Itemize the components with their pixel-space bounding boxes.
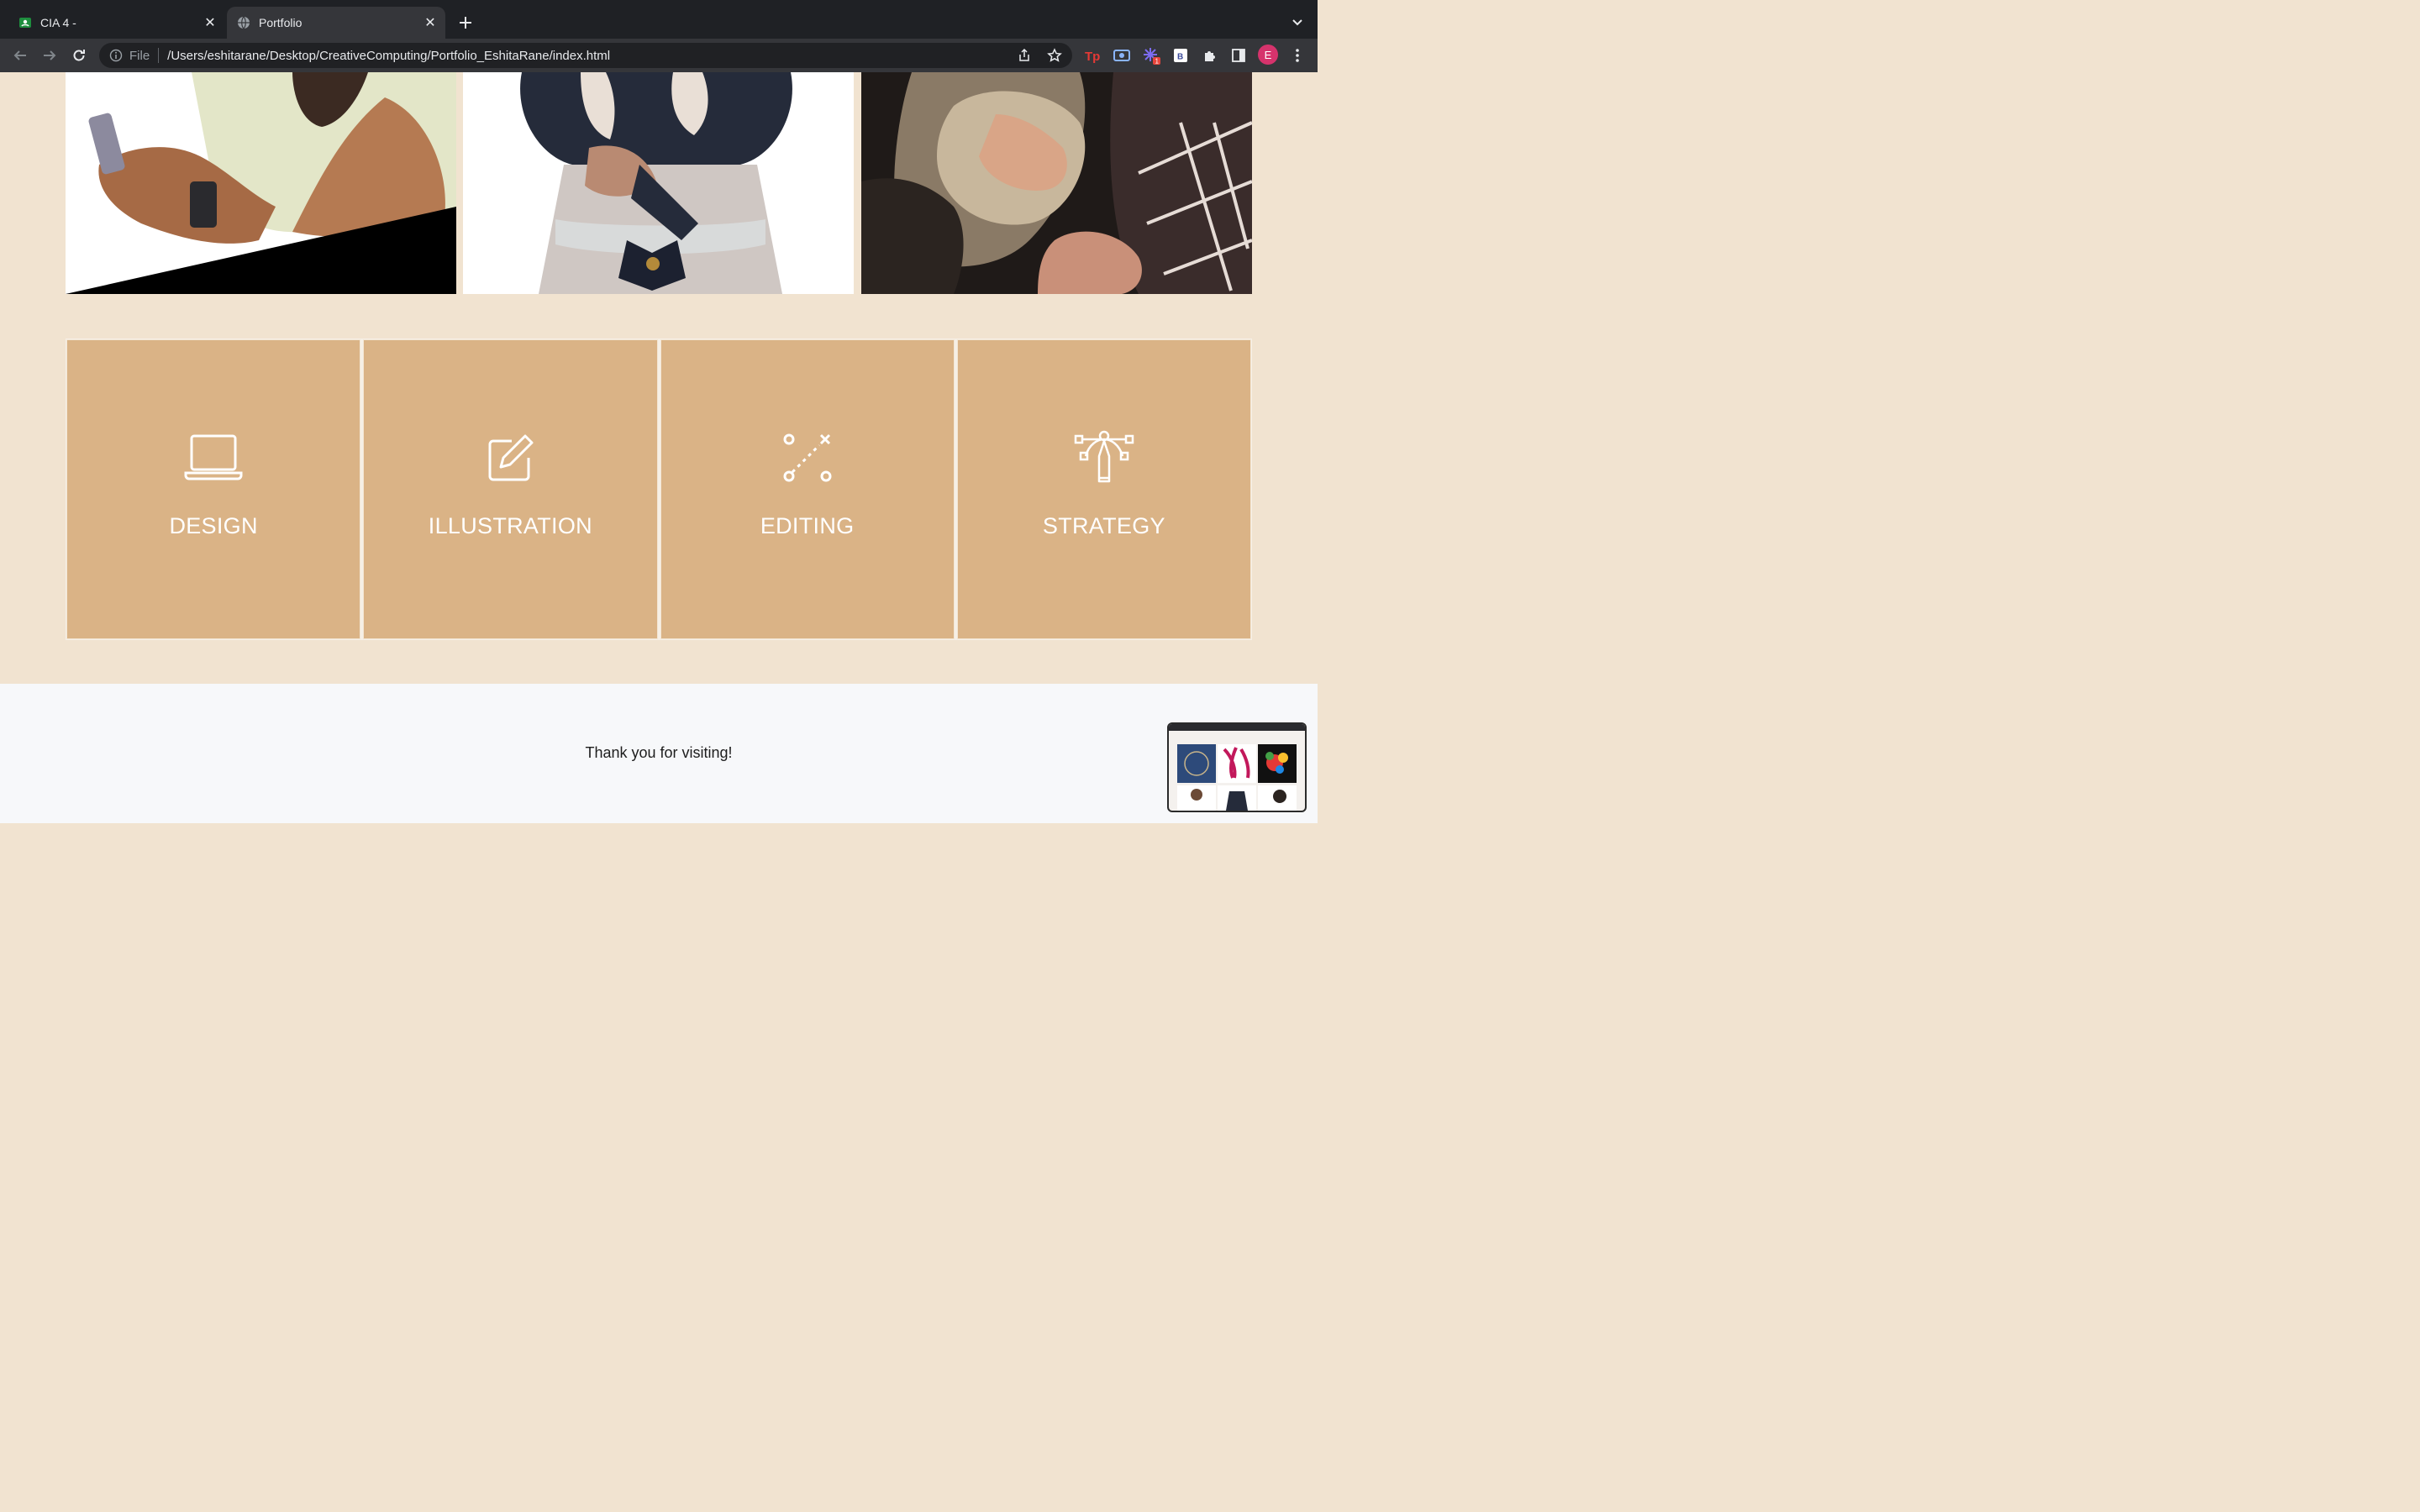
info-icon[interactable]: [109, 49, 123, 62]
edit-icon: [480, 431, 540, 485]
illustration-man-phone[interactable]: [66, 72, 456, 294]
service-card-editing[interactable]: EDITING: [660, 339, 955, 639]
address-bar[interactable]: File /Users/eshitarane/Desktop/CreativeC…: [99, 43, 1072, 68]
path-nodes-icon: [777, 431, 838, 485]
browser-toolbar: File /Users/eshitarane/Desktop/CreativeC…: [0, 39, 1318, 72]
pen-tool-icon: [1074, 430, 1134, 485]
side-panel-icon[interactable]: [1228, 45, 1249, 66]
reload-icon[interactable]: [67, 44, 91, 67]
service-label: ILLUSTRATION: [428, 513, 592, 538]
screen-capture-extension-icon[interactable]: [1111, 45, 1133, 66]
extension-badge-count: 1: [1155, 58, 1160, 66]
page-footer: Thank you for visiting!: [0, 684, 1318, 823]
divider: [158, 48, 160, 63]
illustration-girl-dress[interactable]: [463, 72, 854, 294]
tp-extension-icon[interactable]: Tp: [1081, 45, 1103, 66]
back-arrow-icon[interactable]: [8, 44, 32, 67]
more-menu-icon[interactable]: [1286, 45, 1308, 66]
tab-cia4[interactable]: CIA 4 - ✕: [8, 7, 225, 39]
screen-preview-thumbnail[interactable]: [1167, 722, 1307, 812]
new-tab-icon[interactable]: [455, 12, 476, 34]
bookmark-star-icon[interactable]: [1044, 45, 1065, 66]
service-card-strategy[interactable]: STRATEGY: [956, 339, 1251, 639]
profile-avatar[interactable]: E: [1258, 45, 1278, 65]
url-scheme: File: [129, 48, 150, 63]
services-grid: DESIGN ILLUSTRATION EDITING STRATEGY: [66, 339, 1252, 640]
footer-message: Thank you for visiting!: [585, 744, 733, 761]
b-extension-letter: B: [1177, 53, 1183, 62]
service-card-illustration[interactable]: ILLUSTRATION: [363, 339, 658, 639]
tab-portfolio[interactable]: Portfolio ✕: [227, 7, 445, 39]
share-icon[interactable]: [1013, 45, 1035, 66]
tab-strip: CIA 4 - ✕ Portfolio ✕: [0, 0, 1318, 39]
svg-text:Tp: Tp: [1085, 50, 1100, 63]
globe-icon: [237, 16, 250, 29]
tab-search-chevron-icon[interactable]: [1287, 12, 1307, 34]
service-card-design[interactable]: DESIGN: [66, 339, 361, 639]
sparkle-extension-icon[interactable]: 1: [1140, 45, 1162, 66]
b-extension-icon[interactable]: B: [1170, 45, 1192, 66]
illustration-woman-dog[interactable]: [861, 72, 1252, 294]
service-label: DESIGN: [169, 513, 258, 538]
forward-arrow-icon[interactable]: [38, 44, 61, 67]
tab-title: Portfolio: [259, 16, 302, 29]
puzzle-extensions-icon[interactable]: [1199, 45, 1221, 66]
classroom-icon: [18, 16, 32, 29]
close-tab-icon[interactable]: ✕: [200, 13, 220, 33]
service-label: STRATEGY: [1042, 513, 1165, 538]
url-text[interactable]: /Users/eshitarane/Desktop/CreativeComput…: [167, 49, 610, 63]
page-viewport: DESIGN ILLUSTRATION EDITING STRATEGY Tha…: [0, 72, 1318, 823]
laptop-icon: [183, 431, 244, 485]
service-label: EDITING: [760, 513, 855, 538]
portfolio-gallery: [66, 72, 1252, 294]
close-tab-icon[interactable]: ✕: [420, 13, 440, 33]
tab-title: CIA 4 -: [40, 16, 76, 29]
